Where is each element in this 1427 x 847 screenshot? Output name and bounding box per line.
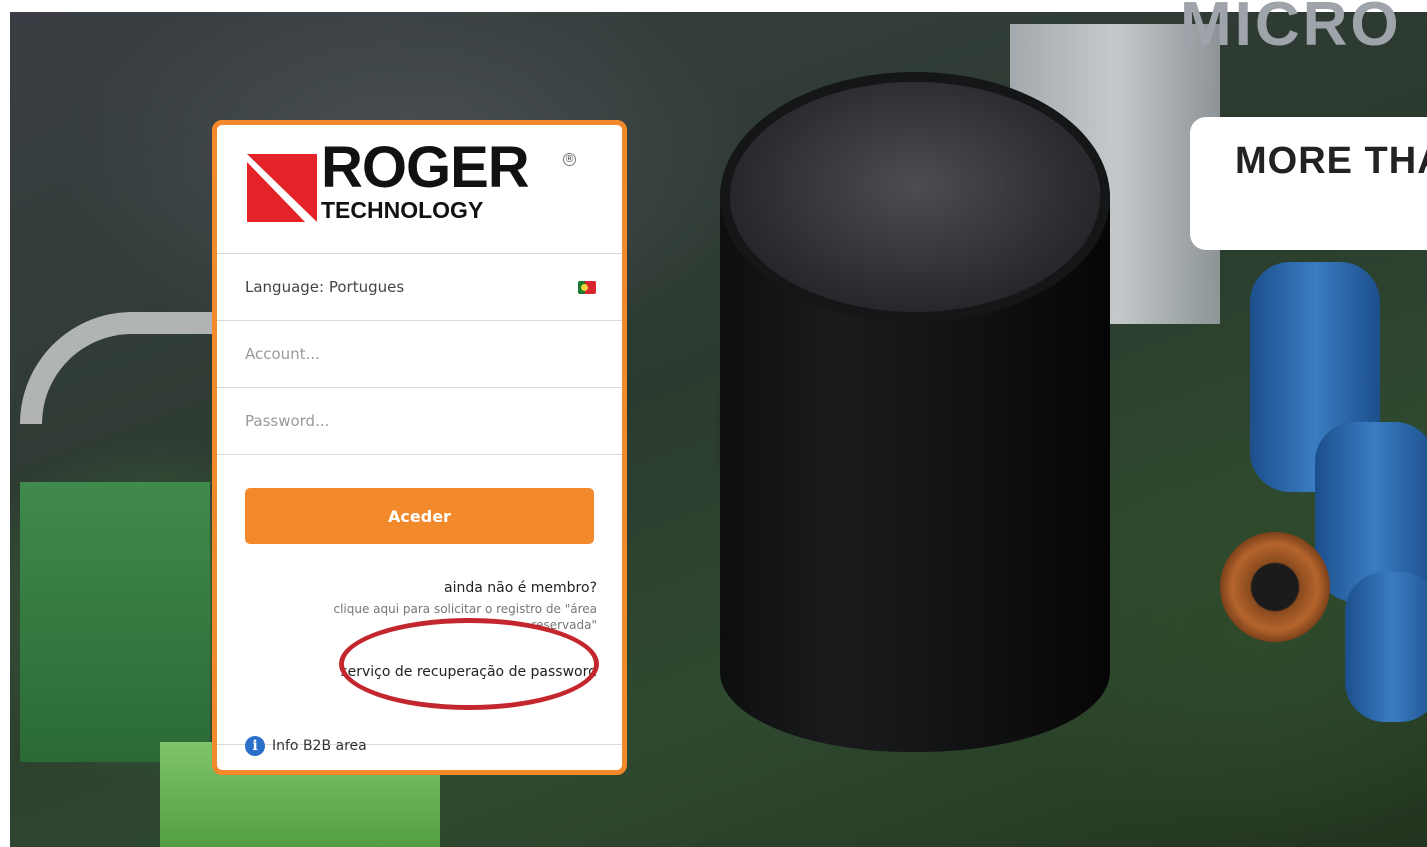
- logo-subtitle: TECHNOLOGY: [321, 197, 484, 223]
- login-button[interactable]: Aceder: [245, 488, 594, 544]
- logo-name: ROGER: [321, 135, 530, 200]
- language-label: Language: Portugues: [245, 278, 405, 296]
- tagline-box: [1190, 117, 1427, 250]
- language-selector[interactable]: Language: Portugues: [217, 254, 622, 321]
- registered-mark: ®: [563, 153, 576, 166]
- info-label: Info B2B area: [272, 738, 367, 754]
- account-field-row: [217, 321, 622, 388]
- background-tagline: MORE THA: [1235, 140, 1427, 182]
- terminal-block-image: [20, 482, 210, 762]
- info-icon: i: [245, 736, 265, 756]
- info-b2b-link[interactable]: i Info B2B area: [245, 736, 367, 756]
- member-question: ainda não é membro?: [443, 580, 597, 596]
- password-input[interactable]: [245, 412, 594, 430]
- account-input[interactable]: [245, 345, 594, 363]
- portugal-flag-icon: [578, 281, 596, 294]
- blue-capacitor-image: [1345, 572, 1427, 722]
- roger-logo-icon: [247, 154, 317, 222]
- background-brand-word: MICRO: [1180, 0, 1402, 59]
- password-field-row: [217, 388, 622, 455]
- capacitor-top-image: [730, 82, 1100, 312]
- logo: ROGER ® TECHNOLOGY: [217, 125, 622, 254]
- highlight-circle: [339, 618, 599, 710]
- coil-image: [1220, 532, 1330, 642]
